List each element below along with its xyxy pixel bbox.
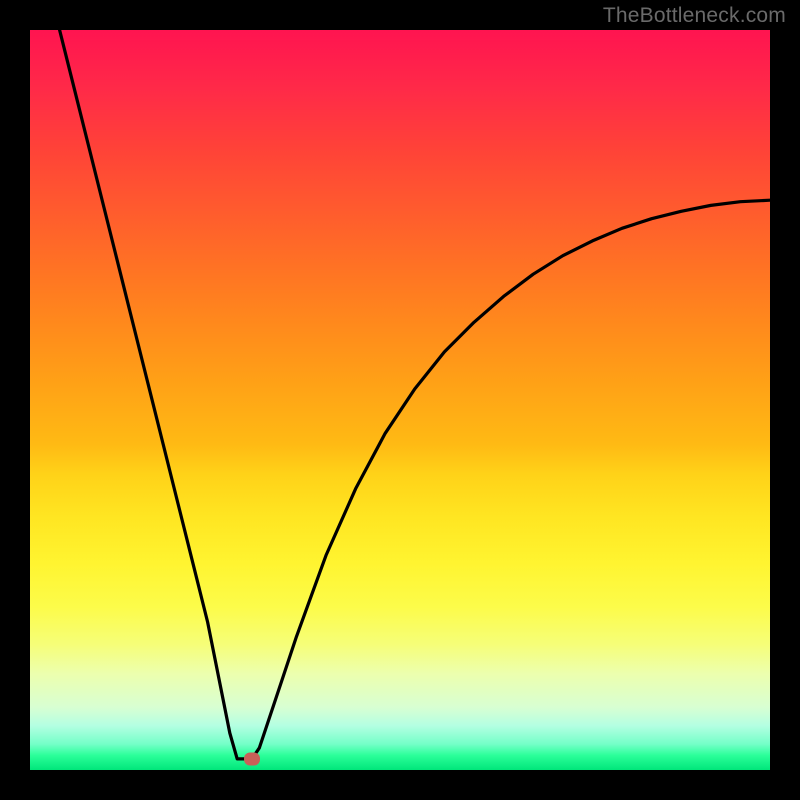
curve-layer	[30, 30, 770, 770]
bottleneck-curve	[60, 30, 770, 759]
chart-frame: TheBottleneck.com	[0, 0, 800, 800]
optimum-marker	[244, 752, 260, 765]
plot-area	[30, 30, 770, 770]
watermark-text: TheBottleneck.com	[603, 4, 786, 28]
